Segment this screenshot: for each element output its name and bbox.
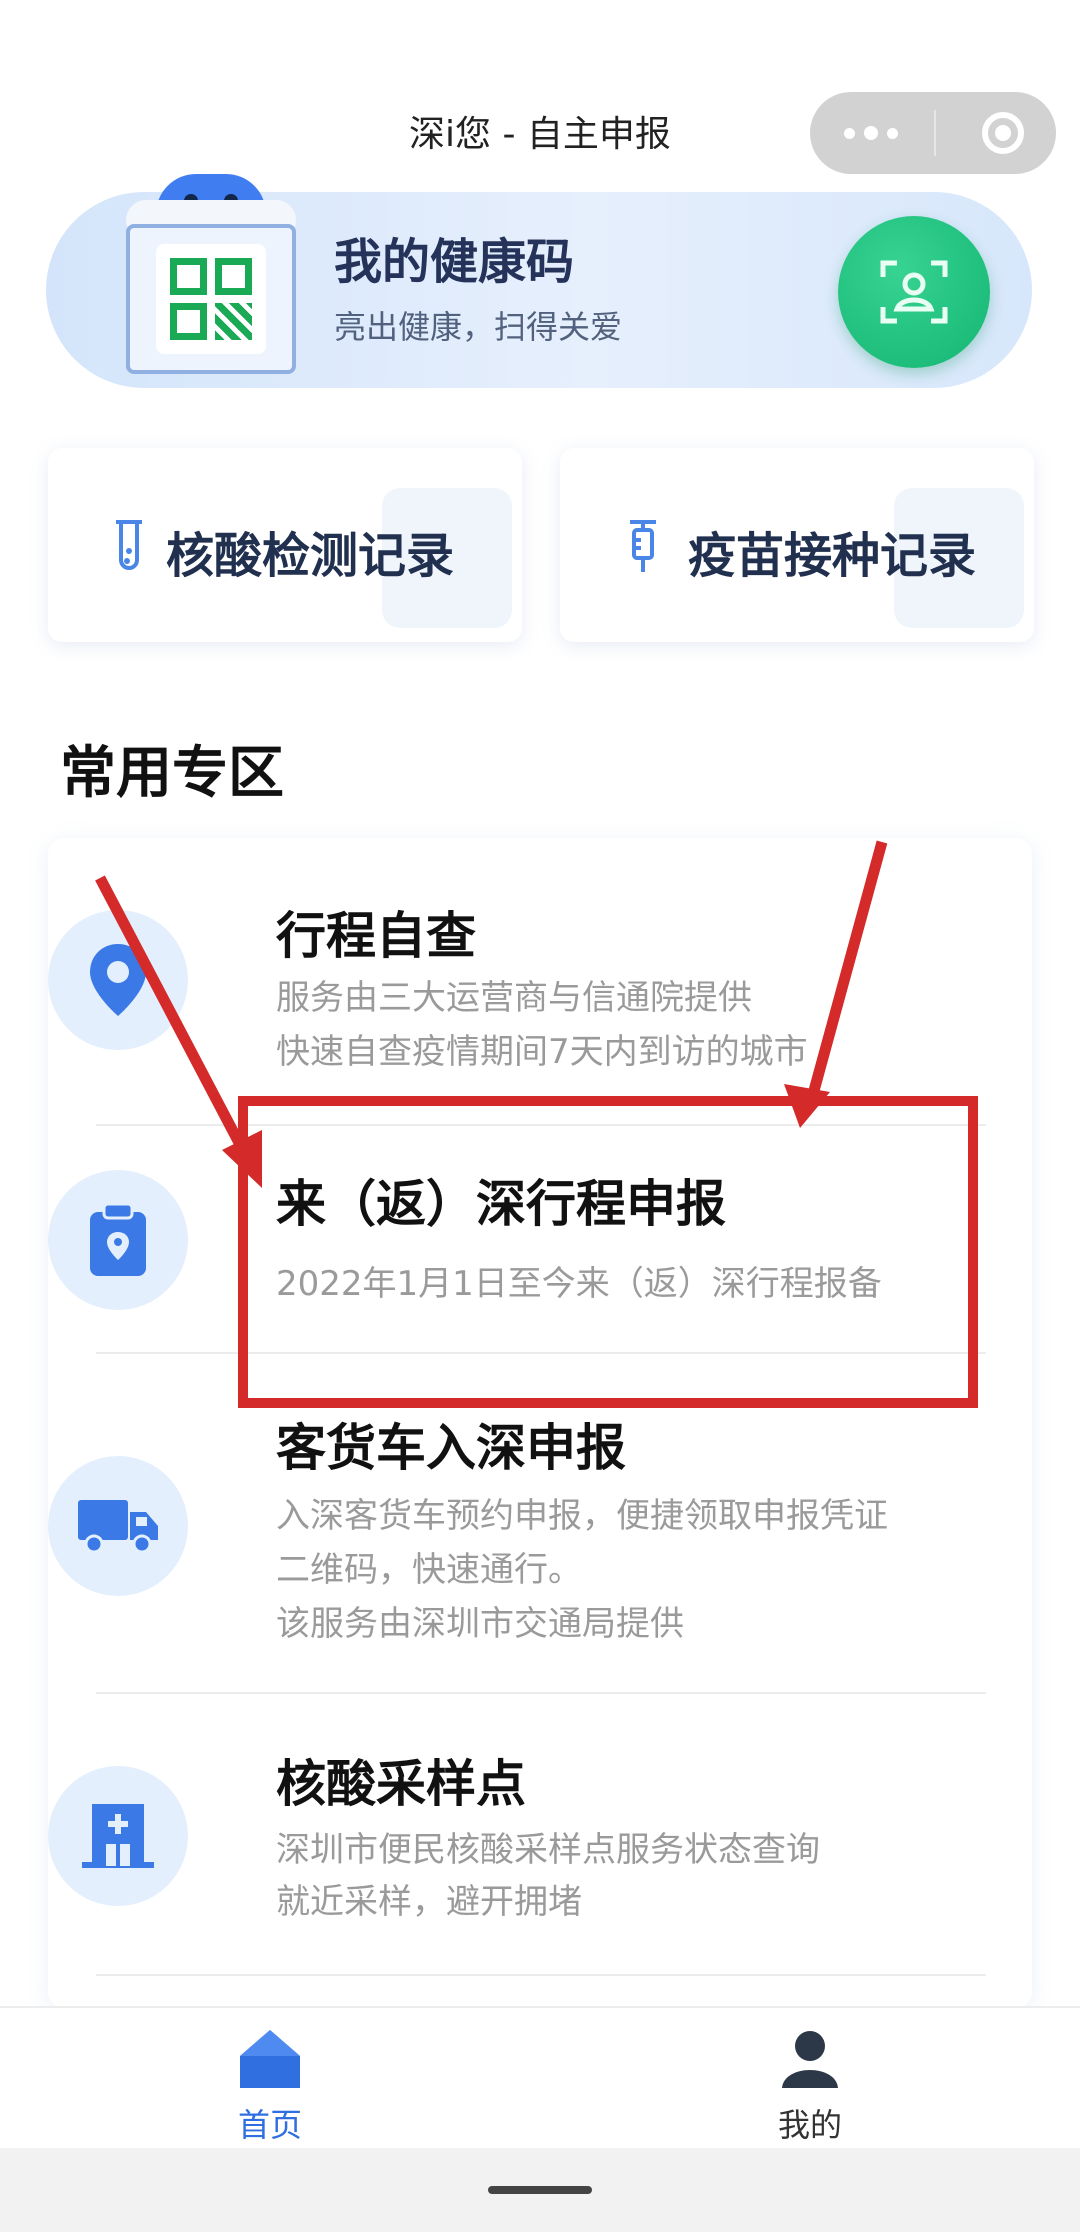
system-gesture-bar — [0, 2148, 1080, 2232]
tab-bar: 首页 我的 — [0, 2006, 1080, 2148]
tab-mine[interactable]: 我的 — [740, 2028, 880, 2144]
arrow-left — [95, 875, 251, 1159]
home-indicator[interactable] — [488, 2186, 592, 2194]
tab-label: 我的 — [777, 2106, 842, 2144]
tab-label: 首页 — [237, 2106, 302, 2144]
home-icon — [240, 2030, 300, 2088]
user-icon — [782, 2031, 838, 2088]
annotation-arrows — [95, 840, 888, 1188]
tab-home[interactable]: 首页 — [200, 2028, 340, 2144]
arrow-right-head — [784, 1084, 830, 1128]
arrow-right — [806, 840, 888, 1100]
